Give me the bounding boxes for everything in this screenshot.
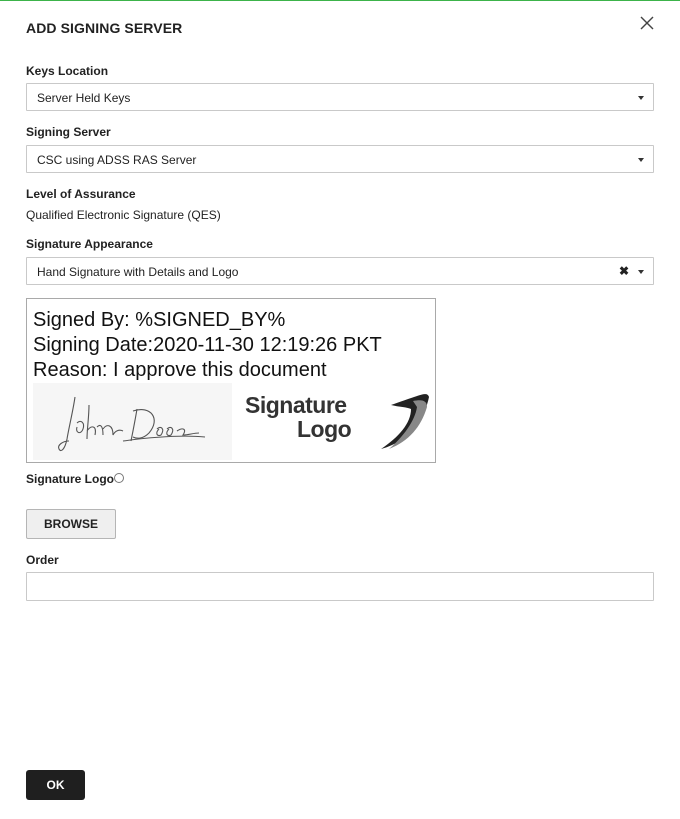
signing-server-select[interactable]: CSC using ADSS RAS Server: [26, 145, 654, 173]
top-accent-line: [0, 0, 680, 1]
keys-location-value: Server Held Keys: [37, 91, 131, 105]
order-input[interactable]: [26, 572, 654, 601]
signature-logo-image: Signature Logo: [241, 387, 431, 457]
preview-reason: Reason: I approve this document: [33, 359, 327, 381]
ok-button[interactable]: OK: [26, 770, 85, 800]
logo-text-line2: Logo: [297, 416, 352, 442]
close-icon[interactable]: [637, 13, 657, 33]
preview-signed-by: Signed By: %SIGNED_BY%: [33, 309, 286, 331]
signing-server-value: CSC using ADSS RAS Server: [37, 153, 197, 167]
clear-icon[interactable]: ✖: [619, 264, 629, 278]
signing-server-label: Signing Server: [26, 125, 111, 139]
signature-preview: Signed By: %SIGNED_BY% Signing Date:2020…: [26, 298, 436, 463]
keys-location-select[interactable]: Server Held Keys: [26, 83, 654, 111]
level-of-assurance-value: Qualified Electronic Signature (QES): [26, 208, 221, 222]
signature-logo-radio[interactable]: [114, 473, 124, 483]
logo-text-line1: Signature: [245, 392, 347, 418]
chevron-down-icon: [638, 270, 644, 274]
chevron-down-icon: [638, 158, 644, 162]
signature-logo-label: Signature Logo: [26, 472, 114, 486]
order-label: Order: [26, 553, 59, 567]
signature-appearance-value: Hand Signature with Details and Logo: [37, 265, 239, 279]
dialog-title: ADD SIGNING SERVER: [26, 20, 183, 36]
preview-signing-date: Signing Date:2020-11-30 12:19:26 PKT: [33, 334, 382, 356]
level-of-assurance-label: Level of Assurance: [26, 187, 136, 201]
browse-button[interactable]: BROWSE: [26, 509, 116, 539]
handwritten-signature-image: [33, 383, 232, 460]
signature-appearance-label: Signature Appearance: [26, 237, 153, 251]
signature-appearance-select[interactable]: Hand Signature with Details and Logo ✖: [26, 257, 654, 285]
chevron-down-icon: [638, 96, 644, 100]
keys-location-label: Keys Location: [26, 64, 109, 78]
